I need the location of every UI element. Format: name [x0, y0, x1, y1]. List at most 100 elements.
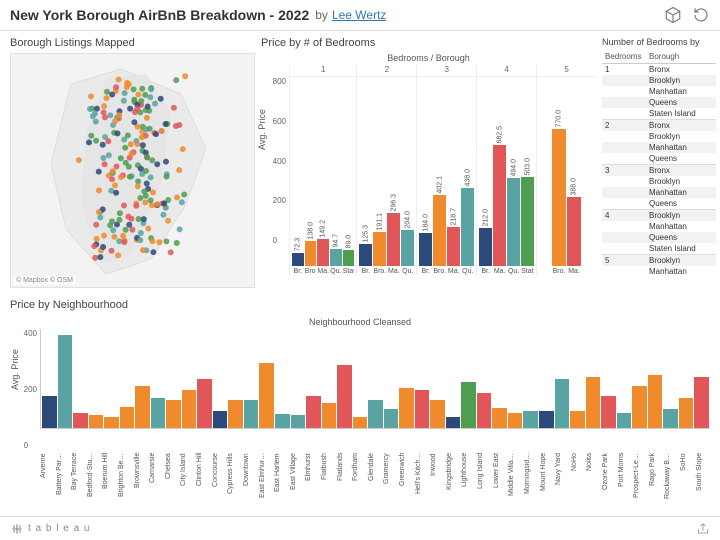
neigh-chart[interactable]: Neighbourhood Cleansed Avg. Price 400200…	[10, 315, 710, 516]
bar-value: 296.3	[390, 204, 397, 212]
table-row[interactable]: Brooklyn	[602, 176, 716, 187]
bar-value: 125.3	[362, 234, 369, 242]
bar-wrap[interactable]: 438.0	[461, 179, 474, 266]
map[interactable]: © Mapbox © OSM	[10, 53, 255, 288]
neigh-bar[interactable]	[477, 393, 492, 428]
neigh-bar[interactable]	[353, 417, 368, 428]
table-row[interactable]: Queens	[602, 153, 716, 164]
bar-wrap[interactable]: 184.0	[419, 224, 432, 266]
neigh-bar[interactable]	[182, 390, 197, 428]
neigh-bar[interactable]	[275, 414, 290, 428]
bar-wrap[interactable]: 296.3	[387, 204, 400, 266]
neigh-x-tick: Bedford-Stu…	[87, 453, 102, 516]
table-row[interactable]: 3Bronx	[602, 164, 716, 176]
bar	[567, 197, 581, 266]
neigh-bar[interactable]	[58, 335, 73, 428]
neigh-bar[interactable]	[415, 390, 430, 428]
neigh-bar[interactable]	[430, 400, 445, 428]
neigh-bar[interactable]	[617, 413, 632, 428]
neigh-bar[interactable]	[228, 400, 243, 429]
share-icon[interactable]	[696, 522, 710, 536]
neigh-bar[interactable]	[663, 409, 678, 428]
bedrooms-chart[interactable]: Bedrooms / Borough Avg. Price 8006004002…	[261, 53, 596, 297]
side-table[interactable]: Bedrooms Borough 1BronxBrooklynManhattan…	[602, 50, 716, 277]
table-row[interactable]: Brooklyn	[602, 75, 716, 86]
bar-wrap[interactable]: 94.7	[330, 240, 342, 266]
table-row[interactable]: Manhattan	[602, 142, 716, 153]
bar-wrap[interactable]: 191.1	[373, 223, 386, 266]
neigh-bar[interactable]	[601, 396, 616, 428]
table-row[interactable]: Staten Island	[602, 243, 716, 254]
bar-wrap[interactable]: 138.0	[305, 232, 317, 266]
author-link[interactable]: Lee Wertz	[332, 8, 386, 22]
neigh-bar[interactable]	[384, 409, 399, 428]
neigh-bar[interactable]	[648, 375, 663, 428]
neigh-bar[interactable]	[679, 398, 694, 428]
table-row[interactable]: 5Brooklyn	[602, 254, 716, 266]
neigh-bar[interactable]	[539, 411, 554, 428]
bar-wrap[interactable]: 494.0	[507, 169, 520, 266]
table-row[interactable]: Brooklyn	[602, 131, 716, 142]
cell-borough: Manhattan	[646, 221, 716, 232]
table-row[interactable]: 1Bronx	[602, 64, 716, 75]
bar-wrap[interactable]: 770.0	[552, 120, 566, 266]
neigh-bar[interactable]	[120, 407, 135, 428]
neigh-bar[interactable]	[151, 398, 166, 428]
table-row[interactable]: Manhattan	[602, 86, 716, 97]
neigh-bar[interactable]	[197, 379, 212, 428]
bar-wrap[interactable]: 72.3	[292, 244, 304, 266]
neigh-bar[interactable]	[523, 411, 538, 428]
neigh-bar[interactable]	[570, 411, 585, 428]
bar-wrap[interactable]: 212.0	[479, 219, 492, 266]
cell-borough: Bronx	[646, 120, 716, 131]
cell-borough: Queens	[646, 97, 716, 108]
table-row[interactable]: Manhattan	[602, 221, 716, 232]
cell-borough: Brooklyn	[646, 75, 716, 86]
neigh-bar[interactable]	[337, 365, 352, 428]
bar-wrap[interactable]: 89.0	[343, 241, 355, 266]
table-row[interactable]: 4Brooklyn	[602, 209, 716, 221]
neigh-bar[interactable]	[399, 388, 414, 428]
neigh-bar[interactable]	[89, 415, 104, 428]
bar-wrap[interactable]: 218.7	[447, 218, 460, 266]
map-svg	[11, 54, 255, 288]
reset-icon[interactable]	[692, 6, 710, 24]
neigh-bar[interactable]	[259, 363, 274, 428]
neigh-bar[interactable]	[166, 400, 181, 429]
neigh-bar[interactable]	[555, 379, 570, 428]
neigh-bar[interactable]	[632, 386, 647, 428]
neigh-bar[interactable]	[368, 400, 383, 429]
neigh-bar[interactable]	[291, 415, 306, 428]
bar-wrap[interactable]: 125.3	[359, 235, 372, 266]
bar-wrap[interactable]: 204.0	[401, 221, 414, 266]
neigh-bar[interactable]	[492, 408, 507, 428]
neigh-bar[interactable]	[586, 377, 601, 428]
bar-wrap[interactable]: 682.5	[493, 136, 506, 266]
neigh-bar[interactable]	[213, 411, 228, 428]
neigh-bar[interactable]	[508, 413, 523, 428]
neigh-bar[interactable]	[461, 382, 476, 428]
neigh-bar[interactable]	[446, 417, 461, 428]
table-row[interactable]: 2Bronx	[602, 119, 716, 131]
neigh-xlabel: Neighbourhood Cleansed	[10, 317, 710, 327]
bar-wrap[interactable]: 149.2	[317, 230, 329, 266]
neigh-bar[interactable]	[135, 386, 150, 428]
neigh-bar[interactable]	[322, 403, 337, 428]
bar-wrap[interactable]: 503.0	[521, 168, 534, 266]
table-row[interactable]: Queens	[602, 97, 716, 108]
table-row[interactable]: Manhattan	[602, 187, 716, 198]
neigh-bar[interactable]	[306, 396, 321, 428]
bar-wrap[interactable]: 388.0	[567, 188, 581, 266]
neigh-bar[interactable]	[42, 396, 57, 428]
table-row[interactable]: Queens	[602, 232, 716, 243]
table-row[interactable]: Manhattan	[602, 266, 716, 277]
neigh-bar[interactable]	[244, 400, 259, 429]
bar-value: 138.0	[307, 232, 314, 240]
cube-icon[interactable]	[664, 6, 682, 24]
neigh-bar[interactable]	[73, 413, 88, 428]
table-row[interactable]: Queens	[602, 198, 716, 209]
table-row[interactable]: Staten Island	[602, 108, 716, 119]
neigh-bar[interactable]	[694, 377, 709, 428]
bar-wrap[interactable]: 402.1	[433, 186, 446, 266]
neigh-bar[interactable]	[104, 417, 119, 428]
